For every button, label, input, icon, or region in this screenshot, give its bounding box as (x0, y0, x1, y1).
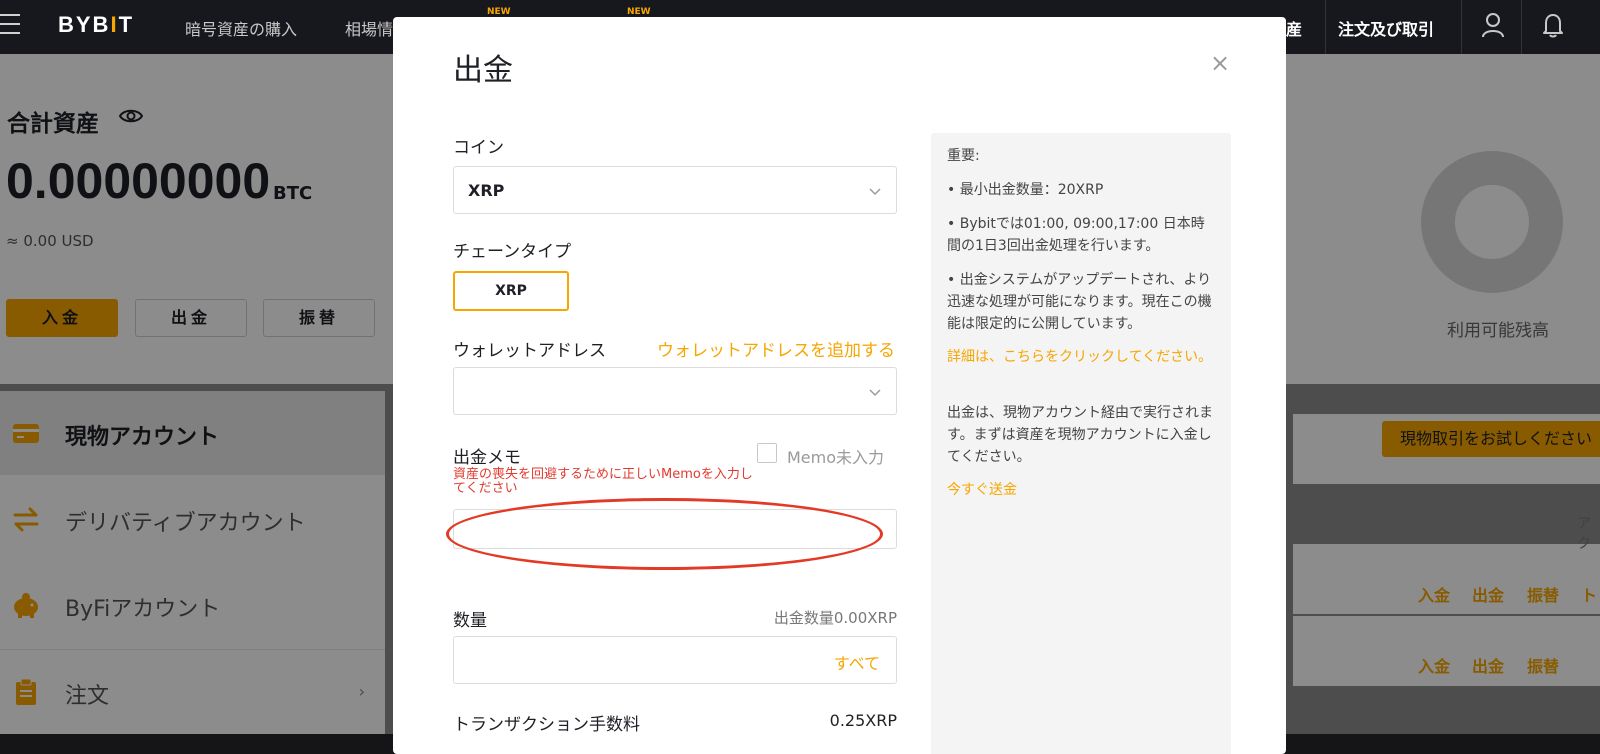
memo-not-required-checkbox[interactable] (757, 443, 777, 463)
send-now-link[interactable]: 今すぐ送金 (947, 479, 1215, 501)
info-details-link[interactable]: 詳細は、こちらをクリックしてください。 (947, 346, 1215, 368)
info-bullet-system-update: • 出金システムがアップデートされ、より迅速な処理が可能になります。現在この機能… (947, 272, 1212, 332)
divider (1325, 0, 1326, 54)
chain-type-label: チェーンタイプ (453, 242, 572, 262)
transaction-fee-label: トランザクション手数料 (453, 715, 640, 735)
menu-icon[interactable] (0, 14, 20, 36)
bybit-logo[interactable]: BYBIT (58, 12, 134, 38)
chevron-down-icon (868, 183, 882, 197)
important-info-panel: 重要: • 最小出金数量：20XRP • Bybitでは01:00, 09:00… (931, 133, 1231, 754)
new-badge: NEW (627, 7, 651, 17)
divider (1521, 0, 1522, 54)
memo-warning-text: 資産の喪失を回避するために正しいMemoを入力してください (453, 467, 753, 496)
wallet-address-label: ウォレットアドレス (453, 341, 606, 361)
all-amount-button[interactable]: すべて (834, 650, 880, 674)
logo-accent: I (110, 12, 119, 37)
nav-market[interactable]: 相場情 (345, 16, 393, 40)
modal-title: 出金 (453, 53, 513, 88)
info-note: 出金は、現物アカウント経由で実行されます。まずは資産を現物アカウントに入金してく… (947, 405, 1213, 465)
divider (1461, 0, 1462, 54)
close-icon[interactable]: × (1208, 51, 1232, 75)
nav-buy-crypto[interactable]: 暗号資産の購入 (185, 16, 297, 40)
coin-label: コイン (453, 138, 504, 158)
logo-text-end: T (118, 12, 135, 37)
bell-icon[interactable] (1541, 12, 1565, 38)
info-bullet-schedule: • Bybitでは01:00, 09:00,17:00 日本時間の1日3回出金処… (947, 216, 1205, 254)
withdraw-modal: 出金 × コイン XRP チェーンタイプ XRP ウォレットアドレス ウォレット… (393, 17, 1286, 754)
chain-type-xrp-button[interactable]: XRP (453, 271, 569, 311)
new-badge: NEW (487, 7, 511, 17)
add-wallet-address-link[interactable]: ウォレットアドレスを追加する (657, 336, 895, 361)
coin-select-value: XRP (468, 181, 505, 200)
withdraw-memo-label: 出金メモ (453, 448, 521, 468)
amount-input[interactable]: すべて (453, 636, 897, 684)
nav-orders[interactable]: 注文及び取引 (1338, 16, 1434, 40)
wallet-address-select[interactable] (453, 367, 897, 415)
logo-text: BYB (58, 12, 111, 37)
amount-hint: 出金数量0.00XRP (773, 609, 897, 627)
memo-input[interactable] (453, 509, 897, 549)
amount-label: 数量 (453, 611, 487, 631)
transaction-fee-value: 0.25XRP (829, 711, 897, 730)
info-bullet-min-amount: • 最小出金数量：20XRP (947, 182, 1104, 198)
chevron-down-icon (868, 384, 882, 398)
nav-assets-partial[interactable]: 産 (1286, 16, 1302, 40)
coin-select[interactable]: XRP (453, 166, 897, 214)
memo-not-required-label[interactable]: Memo未入力 (787, 444, 884, 468)
info-heading: 重要: (947, 148, 980, 164)
user-icon[interactable] (1481, 12, 1505, 38)
